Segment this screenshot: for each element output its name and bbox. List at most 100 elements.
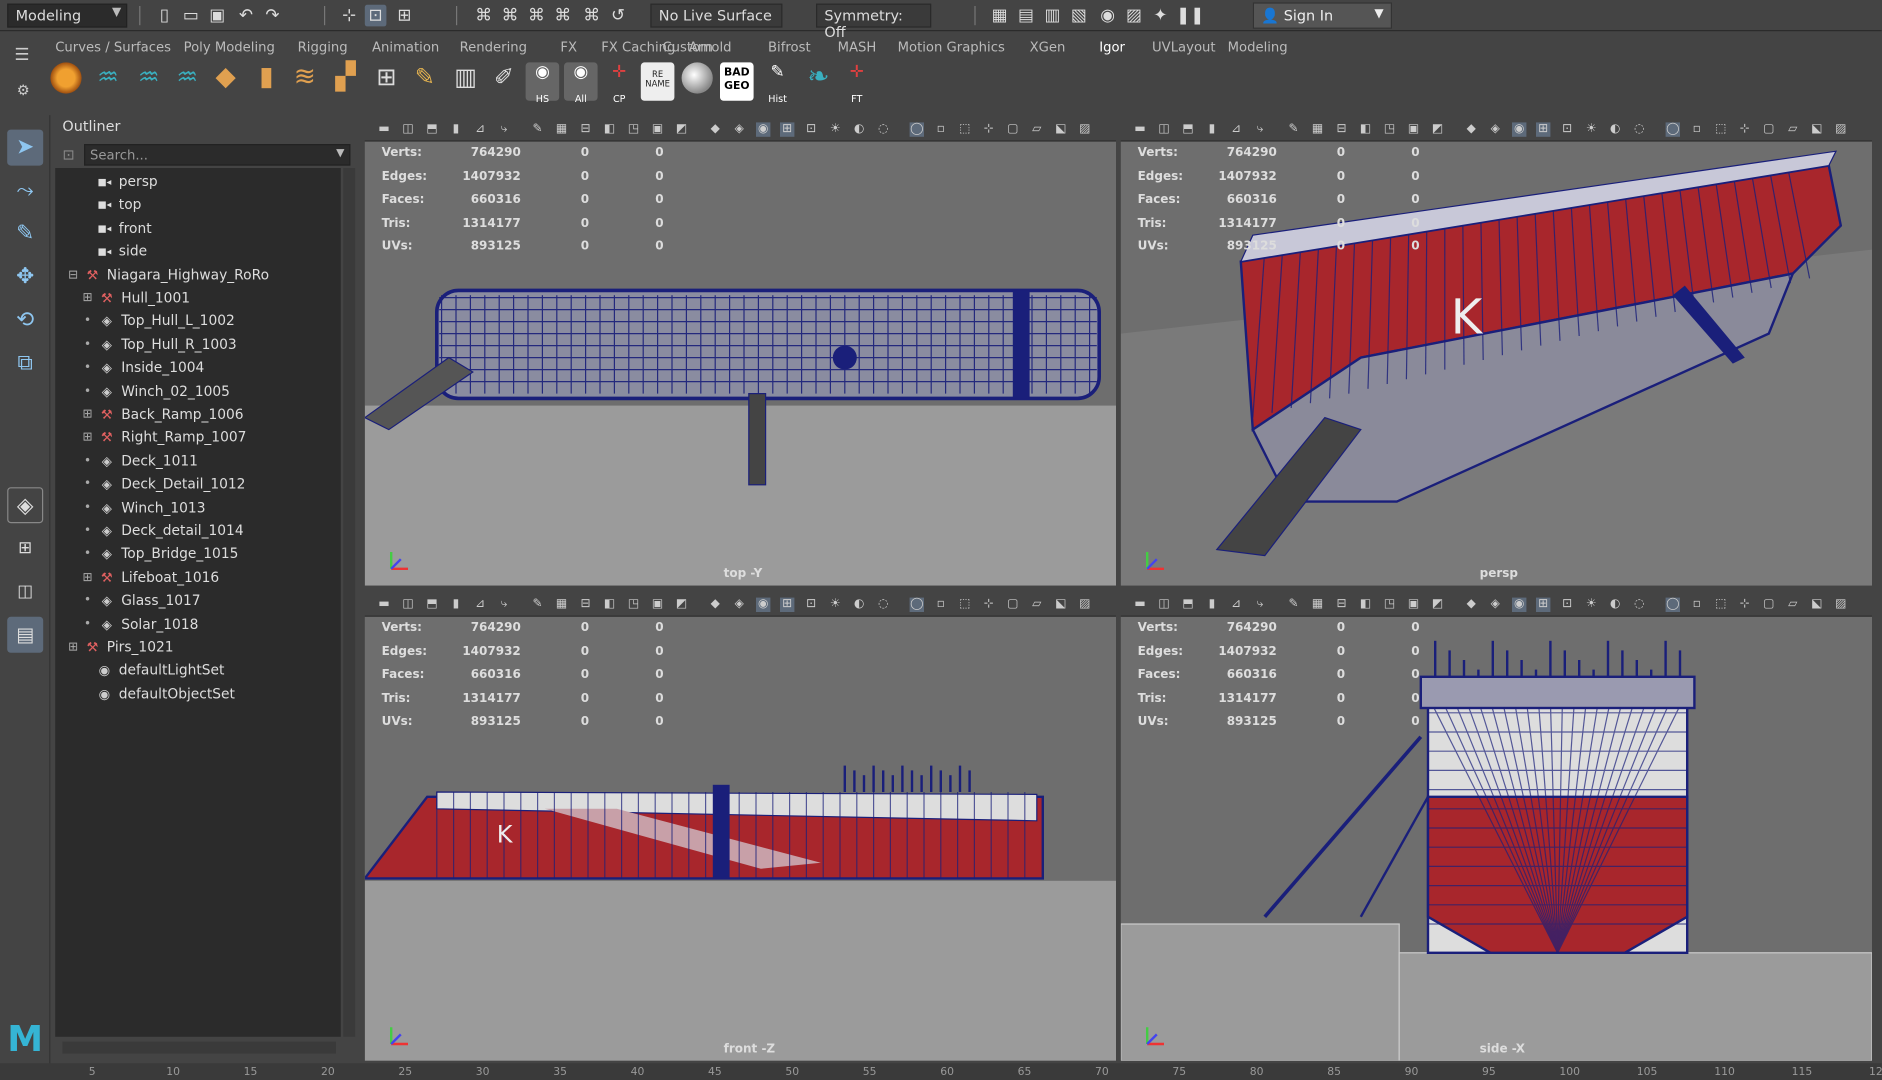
viewport-tool-icon[interactable]: ⬚ <box>1714 122 1728 136</box>
expand-icon[interactable]: ⊞ <box>67 636 79 659</box>
viewport-tool-icon[interactable]: ⬚ <box>958 122 972 136</box>
single-view-icon[interactable]: ◈ <box>7 487 44 524</box>
viewport-tool-icon[interactable]: ◯ <box>909 597 925 612</box>
viewport-tool-icon[interactable]: ◧ <box>1358 598 1372 612</box>
combine-icon[interactable]: ◆ <box>209 62 243 100</box>
viewport-tool-icon[interactable]: ◉ <box>1512 122 1527 137</box>
render-view-icon[interactable]: ▤ <box>1015 5 1037 27</box>
expand-icon[interactable]: ⊞ <box>82 287 94 310</box>
viewport-tool-icon[interactable]: ⊹ <box>982 122 996 136</box>
open-scene-icon[interactable]: ▭ <box>180 5 202 27</box>
viewport-tool-icon[interactable]: ◧ <box>1358 122 1372 136</box>
viewport-tool-icon[interactable]: ⊹ <box>982 598 996 612</box>
shelf-tab-curves-surfaces[interactable]: Curves / Surfaces <box>55 36 171 60</box>
select-tool-icon[interactable]: ➤ <box>7 129 44 166</box>
outliner-item[interactable]: • ◈ Inside_1004 <box>55 357 341 380</box>
viewport-tool-icon[interactable]: ▱ <box>1786 598 1800 612</box>
viewport-tool-icon[interactable]: ⊞ <box>1536 597 1551 612</box>
viewport-tool-icon[interactable]: ▨ <box>1078 122 1092 136</box>
shelf-tab-igor[interactable]: Igor <box>1099 36 1125 60</box>
viewport-tool-icon[interactable]: ◌ <box>1632 122 1646 136</box>
viewport-tool-icon[interactable]: ▬ <box>1133 122 1147 136</box>
paint-fx-icon[interactable]: ♒ <box>91 62 125 100</box>
outliner-item[interactable]: • ◈ Deck_1011 <box>55 450 341 473</box>
viewport-tool-icon[interactable]: ⬕ <box>1810 122 1824 136</box>
expand-icon[interactable]: ⊞ <box>82 426 94 449</box>
sign-in-button[interactable]: 👤 Sign In ▼ <box>1252 2 1392 29</box>
outliner-item[interactable]: ⊞ ⚒ Pirs_1021 <box>55 636 341 659</box>
viewport-tool-icon[interactable]: ⊞ <box>780 122 795 137</box>
viewport-tool-icon[interactable]: ⊟ <box>1334 598 1348 612</box>
render-frame-icon[interactable]: ▦ <box>989 5 1011 27</box>
viewport-tool-icon[interactable]: ▢ <box>1762 598 1776 612</box>
viewport-tool-icon[interactable]: ▦ <box>554 122 568 136</box>
render-setup-icon[interactable]: ▨ <box>1123 5 1145 27</box>
shelf-tab-animation[interactable]: Animation <box>372 36 439 60</box>
viewport-front[interactable]: K Verts: 764290 0 0 Edges: 1407932 0 0 Faces: 660… <box>364 616 1116 1061</box>
viewport-tool-icon[interactable]: ⊞ <box>780 597 795 612</box>
viewport-tool-icon[interactable]: ✎ <box>530 122 544 136</box>
viewport-tool-icon[interactable]: ◉ <box>1512 597 1527 612</box>
viewport-tool-icon[interactable]: ⬕ <box>1054 598 1068 612</box>
select-component-icon[interactable]: ⊞ <box>394 5 416 27</box>
expand-icon[interactable]: ⊞ <box>82 403 94 426</box>
shelf-tab-arnold[interactable]: Arnold <box>689 36 732 60</box>
multi-cut-icon[interactable]: ▥ <box>449 62 483 100</box>
four-view-icon[interactable]: ⊞ <box>7 530 43 566</box>
outliner-item[interactable]: • ◈ Top_Hull_L_1002 <box>55 310 341 333</box>
viewport-tool-icon[interactable]: ▣ <box>650 122 664 136</box>
live-surface-field[interactable]: No Live Surface <box>650 3 783 28</box>
viewport-tool-icon[interactable]: ☀ <box>828 122 842 136</box>
viewport-tool-icon[interactable]: ◯ <box>1665 122 1681 137</box>
outliner-item[interactable]: ⊞ ⚒ Right_Ramp_1007 <box>55 426 341 449</box>
shelf-tab-xgen[interactable]: XGen <box>1030 36 1066 60</box>
viewport-tool-icon[interactable]: ◌ <box>876 598 890 612</box>
viewport-tool-icon[interactable]: ⤷ <box>497 598 511 612</box>
edit-edge-icon[interactable]: ✐ <box>487 62 521 100</box>
viewport-tool-icon[interactable]: ◳ <box>1382 122 1396 136</box>
viewport-tool-icon[interactable]: ⊡ <box>1560 122 1574 136</box>
viewport-tool-icon[interactable]: ⬕ <box>1054 122 1068 136</box>
viewport-tool-icon[interactable]: ◆ <box>708 598 722 612</box>
select-hierarchy-icon[interactable]: ⊹ <box>338 5 360 27</box>
viewport-tool-icon[interactable]: ◯ <box>909 122 925 137</box>
outliner-item[interactable]: ■◂ front <box>55 217 341 240</box>
viewport-tool-icon[interactable]: ⊟ <box>1334 122 1348 136</box>
outliner-layout-icon[interactable]: ▤ <box>7 616 44 653</box>
viewport-tool-icon[interactable]: ◧ <box>602 598 616 612</box>
viewport-tool-icon[interactable]: ▨ <box>1834 122 1848 136</box>
viewport-tool-icon[interactable]: ◫ <box>401 122 415 136</box>
viewport-tool-icon[interactable]: ◌ <box>876 122 890 136</box>
uv-icon[interactable]: ❧ <box>802 62 836 100</box>
viewport-tool-icon[interactable]: ▫ <box>934 598 948 612</box>
hs-button[interactable]: ◉ HS <box>525 62 560 104</box>
viewport-tool-icon[interactable]: ◩ <box>1430 122 1444 136</box>
move-tool-icon[interactable]: ✥ <box>7 259 43 295</box>
outliner-item[interactable]: ■◂ persp <box>55 170 341 193</box>
outliner-item[interactable]: • ◈ Solar_1018 <box>55 613 341 636</box>
viewport-tool-icon[interactable]: ⊡ <box>804 122 818 136</box>
viewport-tool-icon[interactable]: ◫ <box>401 598 415 612</box>
select-object-icon[interactable]: ⊡ <box>364 4 387 27</box>
outliner-item[interactable]: ⊟ ⚒ Niagara_Highway_RoRo <box>55 264 341 287</box>
shelf-tab-mash[interactable]: MASH <box>838 36 877 60</box>
viewport-tool-icon[interactable]: ▮ <box>1205 122 1219 136</box>
timeline[interactable]: 5 10 15 20 25 30 35 40 45 50 55 60 65 70 75 80 85 90 95 100… <box>0 1063 1882 1080</box>
viewport-tool-icon[interactable]: ⊿ <box>473 122 487 136</box>
viewport-tool-icon[interactable]: ▮ <box>1205 598 1219 612</box>
viewport-tool-icon[interactable]: ⊹ <box>1738 122 1752 136</box>
viewport-tool-icon[interactable]: ▱ <box>1030 598 1044 612</box>
viewport-tool-icon[interactable]: ◳ <box>1382 598 1396 612</box>
outliner-item[interactable]: ■◂ top <box>55 194 341 217</box>
light-editor-icon[interactable]: ✦ <box>1150 5 1172 27</box>
viewport-tool-icon[interactable]: ▬ <box>1133 598 1147 612</box>
viewport-tool-icon[interactable]: ⊟ <box>578 122 592 136</box>
viewport-tool-icon[interactable]: ▨ <box>1834 598 1848 612</box>
viewport-tool-icon[interactable]: ◳ <box>626 122 640 136</box>
bad-geo-button[interactable]: BAD GEO <box>720 62 754 101</box>
paint-select-icon[interactable]: ✎ <box>7 216 43 252</box>
viewport-tool-icon[interactable]: ✎ <box>1286 122 1300 136</box>
viewport-tool-icon[interactable]: ◈ <box>732 122 746 136</box>
snap-point-icon[interactable]: ⌘ <box>526 5 548 27</box>
viewport-tool-icon[interactable]: ◆ <box>1464 122 1478 136</box>
